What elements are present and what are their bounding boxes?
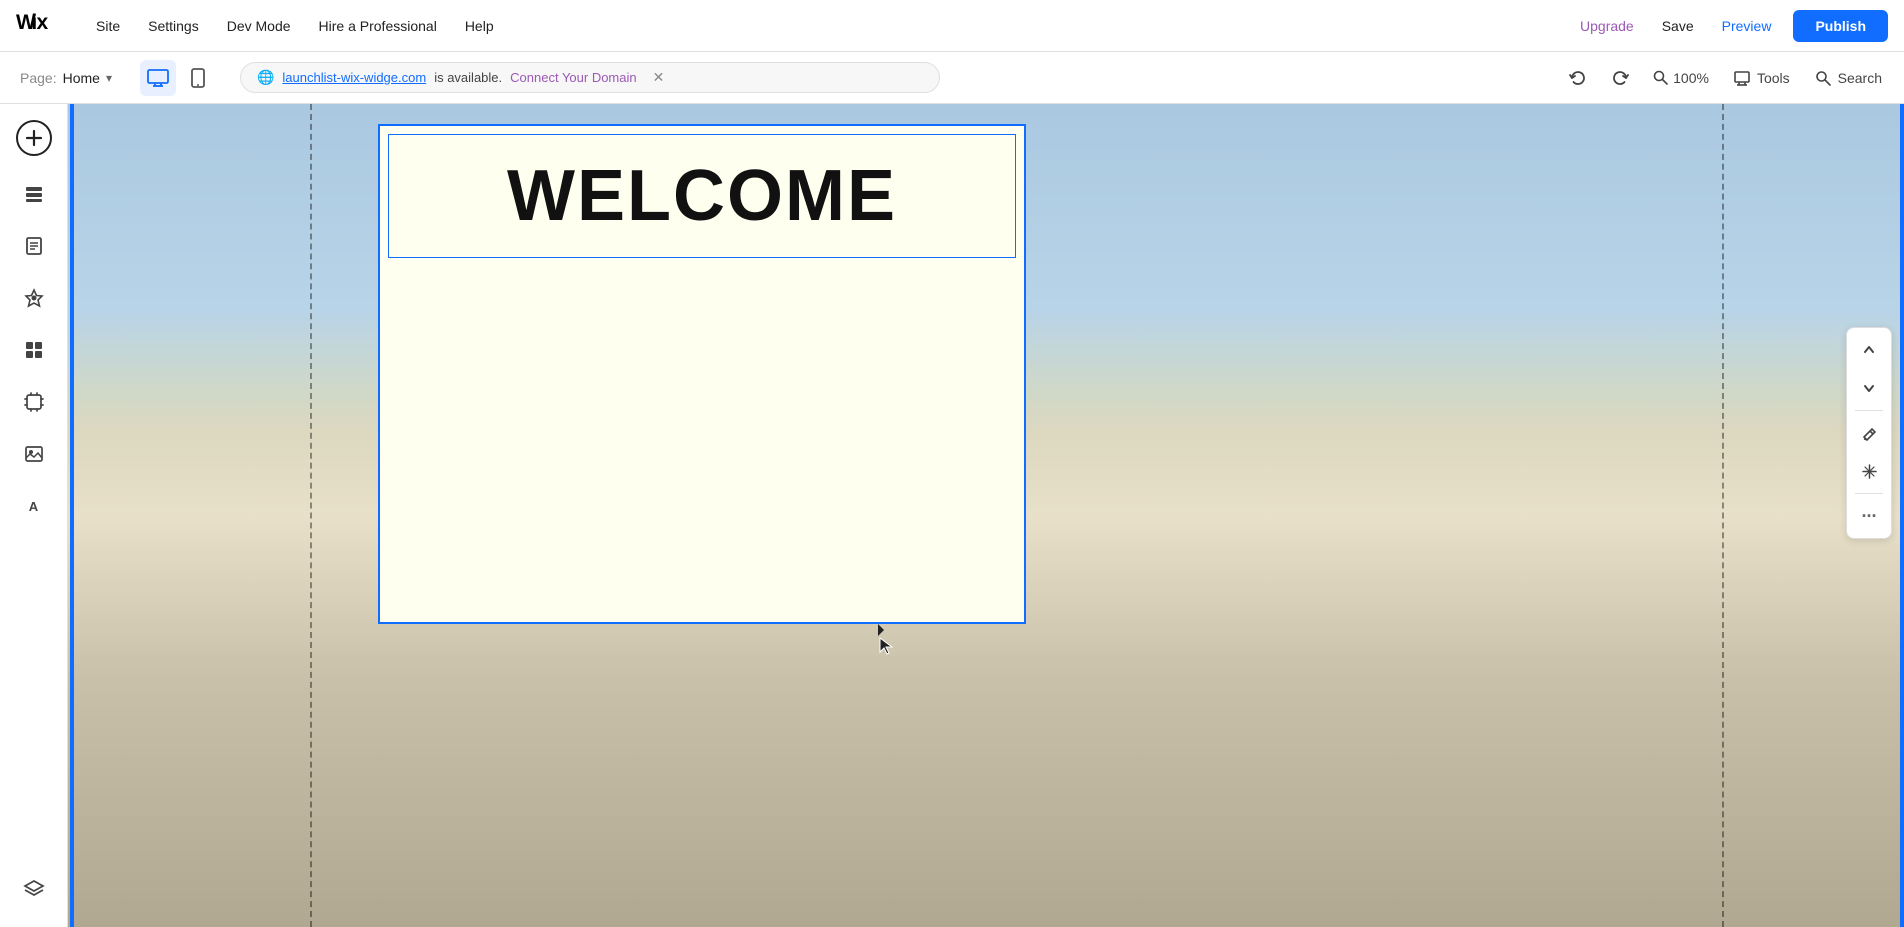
close-domain-banner-icon[interactable]: ✕ [653,69,665,86]
sidebar-layers-button[interactable] [12,867,56,911]
canvas-left-border [70,104,74,927]
left-guide-line [310,104,312,927]
sidebar-theme-button[interactable] [12,276,56,320]
float-more-button[interactable]: ··· [1851,498,1887,534]
search-label: Search [1838,70,1882,86]
page-label: Page: [20,70,57,86]
chevron-down-icon: ▾ [106,71,112,85]
welcome-title: WELCOME [507,155,897,237]
canvas-area[interactable]: WELCOME [68,104,1904,927]
redo-button[interactable] [1601,63,1639,93]
canvas-right-border [1900,104,1904,927]
mobile-device-button[interactable] [180,60,216,96]
left-sidebar: A [0,104,68,927]
nav-preview[interactable]: Preview [1708,18,1786,34]
nav-help[interactable]: Help [451,0,508,52]
nav-upgrade[interactable]: Upgrade [1566,18,1648,34]
float-panel: ··· [1846,327,1892,539]
float-panel-divider [1855,410,1883,411]
domain-bar: 🌐 launchlist-wix-widge.com is available.… [240,62,940,93]
top-nav-bar: W ix Site Settings Dev Mode Hire a Profe… [0,0,1904,52]
svg-text:ix: ix [31,11,48,34]
sidebar-sections-button[interactable] [12,172,56,216]
tools-label: Tools [1757,70,1790,86]
nav-hire[interactable]: Hire a Professional [305,0,451,52]
connect-domain-link[interactable]: Connect Your Domain [510,70,636,85]
editor-container: A WELCOME [0,104,1904,927]
sidebar-text-button[interactable]: A [12,484,56,528]
float-move-up-button[interactable] [1851,332,1887,368]
welcome-title-container: WELCOME [388,134,1016,258]
right-guide-line [1722,104,1724,927]
publish-button[interactable]: Publish [1793,10,1888,42]
wix-logo: W ix [16,9,58,42]
add-element-button[interactable] [16,120,52,156]
toolbar-right: 100% Tools Search [1559,63,1892,93]
second-bar: Page: Home ▾ 🌐 launchlist-wix-widge.com … [0,52,1904,104]
domain-link[interactable]: launchlist-wix-widge.com [282,70,426,85]
welcome-box[interactable]: WELCOME [378,124,1026,624]
text-sidebar-icon: A [29,499,38,514]
sidebar-plugins-button[interactable] [12,380,56,424]
search-button[interactable]: Search [1804,63,1892,93]
zoom-level: 100% [1673,70,1709,86]
nav-devmode[interactable]: Dev Mode [213,0,305,52]
domain-available-text: is available. [434,70,502,85]
float-panel-divider-2 [1855,493,1883,494]
float-magic-button[interactable] [1851,453,1887,489]
nav-save[interactable]: Save [1648,18,1708,34]
device-buttons [140,60,216,96]
sidebar-media-button[interactable] [12,432,56,476]
more-icon: ··· [1862,507,1877,525]
nav-settings[interactable]: Settings [134,0,213,52]
page-selector[interactable]: Page: Home ▾ [12,66,120,90]
desktop-device-button[interactable] [140,60,176,96]
float-edit-button[interactable] [1851,415,1887,451]
float-move-down-button[interactable] [1851,370,1887,406]
undo-button[interactable] [1559,63,1597,93]
page-name: Home [63,70,100,86]
tools-button[interactable]: Tools [1723,63,1800,93]
sidebar-apps-button[interactable] [12,328,56,372]
sidebar-pages-button[interactable] [12,224,56,268]
globe-icon: 🌐 [257,69,274,86]
nav-site[interactable]: Site [82,0,134,52]
zoom-control[interactable]: 100% [1643,64,1719,92]
